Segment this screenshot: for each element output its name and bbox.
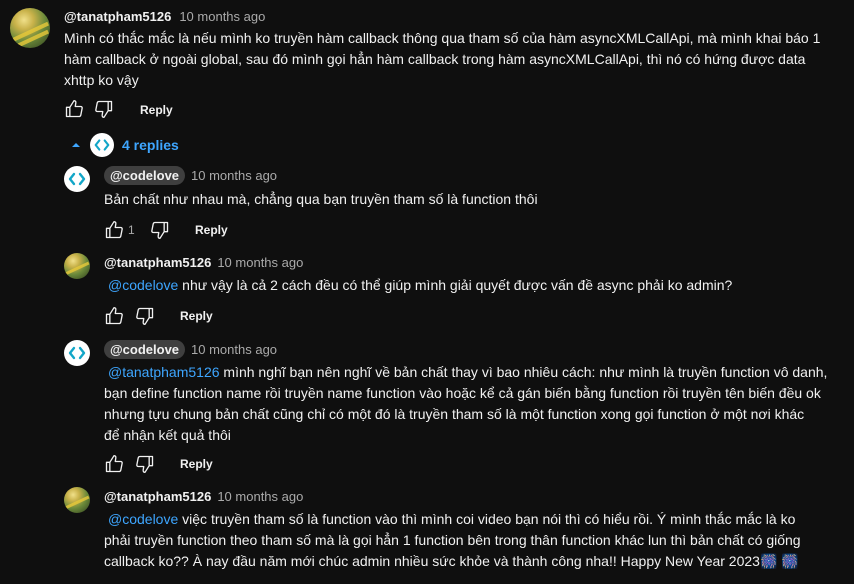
reply-button[interactable]: Reply	[140, 103, 173, 117]
dislike-button[interactable]	[150, 220, 170, 240]
comment-text: Mình có thắc mắc là nếu mình ko truyền h…	[64, 30, 821, 88]
avatar-tanatpham[interactable]	[64, 253, 90, 279]
fireworks-emoji: 🎆 🎆	[759, 553, 799, 569]
avatar-tanatpham[interactable]	[64, 487, 90, 513]
thumb-down-icon	[136, 455, 154, 473]
replies-count[interactable]: 4 replies	[122, 137, 179, 153]
reply-text: Bản chất như nhau mà, chẳng qua bạn truy…	[104, 191, 538, 207]
like-button[interactable]	[104, 454, 124, 474]
avatar-codelove[interactable]	[64, 340, 90, 366]
comment-time[interactable]: 10 months ago	[179, 9, 265, 24]
thumb-down-icon	[136, 307, 154, 325]
thumb-down-icon	[151, 221, 169, 239]
reply-author[interactable]: @tanatpham5126	[104, 489, 211, 504]
reply-author[interactable]: @codelove	[104, 340, 186, 359]
avatar-tanatpham[interactable]	[10, 8, 50, 48]
mention-link[interactable]: @codelove	[108, 277, 178, 293]
reply-button[interactable]: Reply	[180, 309, 213, 323]
thumb-down-icon	[95, 100, 113, 119]
like-button[interactable]	[104, 220, 124, 240]
reply-time[interactable]: 10 months ago	[191, 342, 277, 357]
like-button[interactable]	[104, 306, 124, 326]
reply-author[interactable]: @tanatpham5126	[104, 255, 211, 270]
codelove-logo	[90, 133, 114, 157]
dislike-button[interactable]	[135, 454, 155, 474]
thumb-up-icon	[105, 307, 123, 325]
mention-link[interactable]: @codelove	[108, 511, 178, 527]
replies-toggle[interactable]: 4 replies	[70, 133, 179, 157]
mention-link[interactable]: @tanatpham5126	[108, 364, 220, 380]
caret-up-icon	[72, 143, 80, 147]
reply-time[interactable]: 10 months ago	[191, 168, 277, 183]
thumb-up-icon	[105, 221, 123, 239]
like-count: 1	[128, 223, 135, 237]
dislike-button[interactable]	[94, 99, 114, 119]
reply-button[interactable]: Reply	[180, 457, 213, 471]
reply-text: @tanatpham5126 mình nghĩ bạn nên nghĩ về…	[104, 364, 828, 443]
reply-button[interactable]: Reply	[195, 223, 228, 237]
reply-time[interactable]: 10 months ago	[217, 489, 303, 504]
comment-author[interactable]: @tanatpham5126	[64, 9, 171, 24]
thumb-up-icon	[105, 455, 123, 473]
like-button[interactable]	[64, 99, 84, 119]
reply-time[interactable]: 10 months ago	[217, 255, 303, 270]
reply-text: @codelove như vậy là cả 2 cách đều có th…	[108, 277, 733, 293]
codelove-logo	[68, 346, 86, 360]
codelove-logo	[68, 172, 86, 186]
reply-text: @codelove việc truyền tham số là functio…	[104, 511, 801, 569]
thumb-up-icon	[65, 100, 83, 118]
avatar-codelove[interactable]	[64, 166, 90, 192]
dislike-button[interactable]	[135, 306, 155, 326]
reply-author[interactable]: @codelove	[104, 166, 186, 185]
